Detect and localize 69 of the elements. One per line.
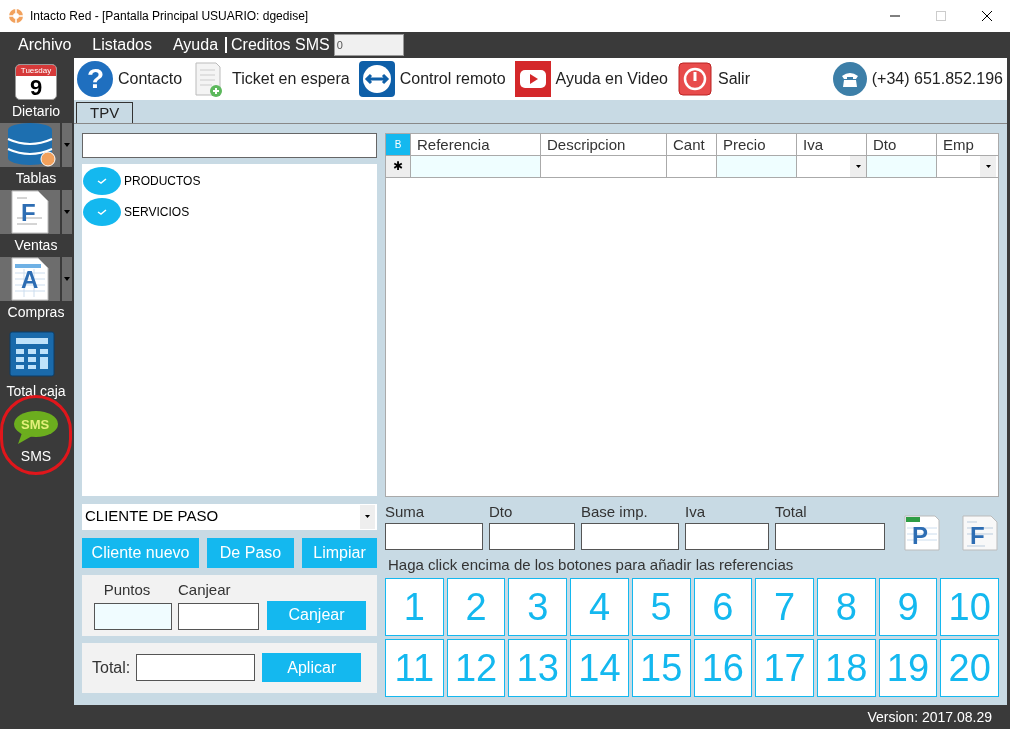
toolbar-button[interactable]: ? Contacto bbox=[76, 58, 183, 99]
menu-item[interactable]: Archivo bbox=[18, 33, 72, 57]
total-field[interactable] bbox=[385, 522, 483, 550]
field-label: Total bbox=[775, 502, 808, 521]
toolbar-button[interactable]: Ticket en espera bbox=[190, 58, 350, 99]
sidebar-label[interactable]: SMS bbox=[20, 446, 52, 466]
caret-icon bbox=[365, 515, 370, 518]
version-text: Version: 2017.08.29 bbox=[867, 707, 992, 727]
sidebar-label[interactable]: Total caja bbox=[6, 381, 66, 401]
total-field[interactable] bbox=[136, 654, 256, 681]
speech-bubble-icon bbox=[12, 409, 60, 445]
table-cell[interactable] bbox=[866, 155, 936, 177]
field-label: Base imp. bbox=[581, 502, 649, 521]
points-field[interactable] bbox=[94, 602, 172, 630]
total-field[interactable] bbox=[685, 522, 769, 550]
column-header[interactable]: Precio bbox=[716, 133, 796, 155]
toolbar-button[interactable]: Salir bbox=[675, 58, 750, 99]
sidebar-label[interactable]: Ventas bbox=[14, 235, 58, 255]
total-field[interactable] bbox=[775, 522, 885, 550]
total-field[interactable] bbox=[581, 522, 679, 550]
table-cell[interactable] bbox=[410, 155, 540, 177]
caret-icon bbox=[985, 164, 991, 168]
field-label: Iva bbox=[685, 502, 706, 521]
column-header[interactable]: Referencia bbox=[410, 133, 540, 155]
total-field[interactable] bbox=[489, 522, 575, 550]
column-header[interactable]: Dto bbox=[866, 133, 936, 155]
toolbar-button[interactable]: Ayuda en Video bbox=[513, 58, 668, 99]
table-cell[interactable] bbox=[936, 155, 996, 177]
field-label: Canjear bbox=[178, 580, 232, 600]
column-header[interactable]: Iva bbox=[796, 133, 866, 155]
field-label: Dto bbox=[489, 502, 514, 521]
menu-item[interactable]: Ayuda bbox=[172, 33, 219, 57]
sidebar-label[interactable]: Tablas bbox=[15, 168, 57, 188]
menu-item[interactable]: Listados bbox=[92, 33, 152, 57]
redeem-field[interactable] bbox=[178, 602, 259, 630]
column-header[interactable]: Descripcion bbox=[540, 133, 666, 155]
field-label: Puntos bbox=[103, 580, 151, 600]
caret-icon bbox=[64, 277, 70, 281]
client-dropdown[interactable]: CLIENTE DE PASO bbox=[82, 503, 377, 530]
search-field[interactable] bbox=[82, 132, 377, 158]
phone-number: (+34) 651.852.196 bbox=[871, 68, 1003, 89]
sidebar-label[interactable]: Compras bbox=[7, 302, 65, 322]
app-logo-icon bbox=[8, 8, 24, 24]
help-icon: ? bbox=[76, 59, 114, 98]
sidebar-label[interactable]: Dietario bbox=[11, 101, 61, 121]
new-row-marker: ✱ bbox=[386, 155, 410, 177]
tree-item[interactable]: SERVICIOS bbox=[124, 203, 190, 221]
check-circle-icon[interactable] bbox=[82, 197, 122, 227]
hint-text: Haga click encima de los botones para añadir las referencias bbox=[388, 554, 795, 575]
caret-icon bbox=[855, 164, 861, 168]
caret-icon bbox=[64, 143, 70, 147]
toolbar-button[interactable]: Control remoto bbox=[357, 58, 506, 99]
corner-header: B bbox=[386, 133, 410, 155]
tree-item[interactable]: PRODUCTOS bbox=[124, 172, 201, 190]
calendar-icon[interactable]: Tuesday 9 bbox=[15, 64, 57, 100]
check-circle-icon[interactable] bbox=[82, 166, 122, 196]
window-title: Intacto Red - [Pantalla Principal USUARIO: dgedise] bbox=[30, 8, 309, 25]
field-label: Suma bbox=[385, 502, 426, 521]
credits-field[interactable]: 0 bbox=[333, 34, 404, 56]
document-icon bbox=[959, 513, 999, 554]
field-label: Total: bbox=[92, 657, 131, 678]
document-icon bbox=[901, 513, 941, 554]
credits-label: Creditos SMS bbox=[231, 35, 330, 55]
table-cell[interactable] bbox=[716, 155, 796, 177]
tab[interactable]: TPV bbox=[76, 101, 134, 123]
column-header[interactable]: Cant bbox=[666, 133, 716, 155]
column-header[interactable]: Emp bbox=[936, 133, 996, 155]
table-cell[interactable] bbox=[796, 155, 866, 177]
caret-icon bbox=[64, 210, 70, 214]
